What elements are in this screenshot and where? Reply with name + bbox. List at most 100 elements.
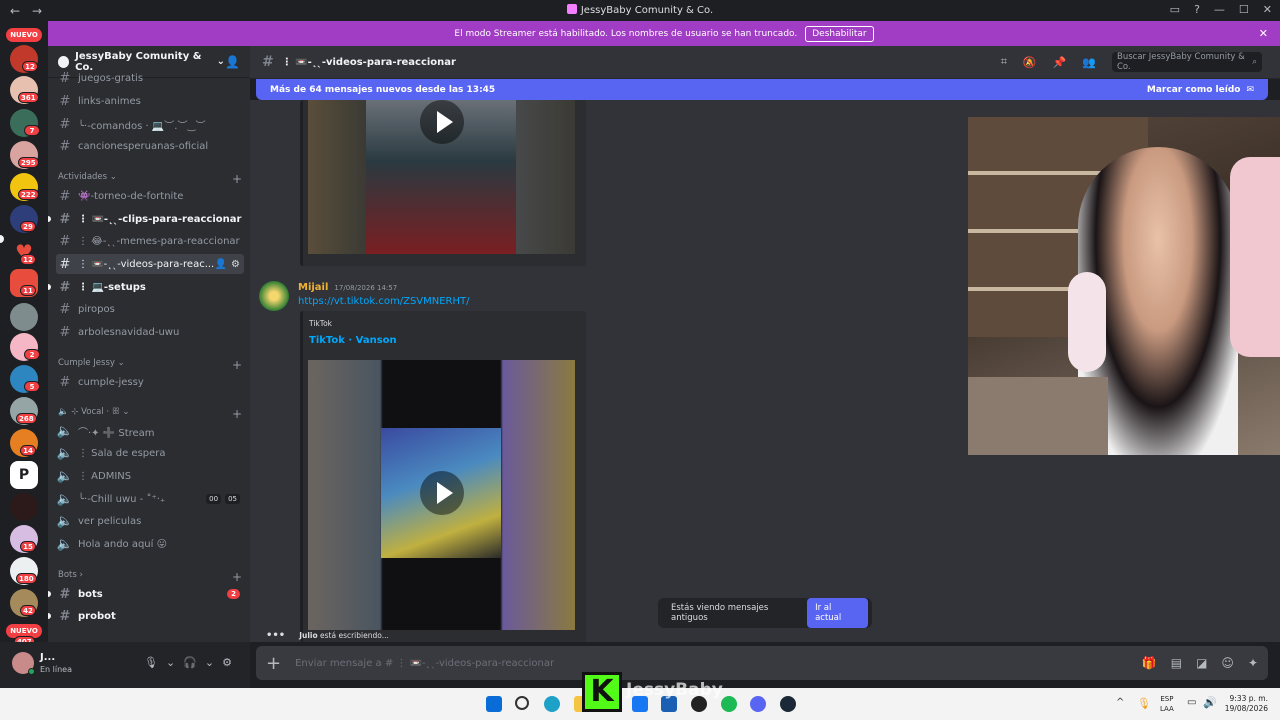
channel-item[interactable]: # probot bbox=[56, 606, 244, 626]
clock-date[interactable]: 19/08/2026 bbox=[1224, 704, 1268, 714]
voice-channel[interactable]: 🔈 ⌒·✦ ➕ Stream bbox=[56, 421, 244, 441]
threads-icon[interactable]: ⌗ bbox=[1001, 55, 1007, 69]
steam-icon[interactable] bbox=[780, 696, 796, 712]
clock-time[interactable]: 9:33 p. m. bbox=[1224, 694, 1268, 704]
channel-item[interactable]: # cumple-jessy bbox=[56, 372, 244, 392]
voice-channel[interactable]: 🔈 Hola ando aquí 😛 bbox=[56, 534, 244, 554]
add-channel-icon[interactable]: + bbox=[232, 172, 242, 186]
microphone-icon[interactable]: 🎙 bbox=[144, 656, 158, 669]
add-member-icon[interactable]: 👤 bbox=[225, 55, 240, 69]
server-icon[interactable]: 42 bbox=[10, 589, 38, 617]
voice-channel[interactable]: 🔈 ╰·-Chill uwu - ˚⁺‧₊ 00 05 bbox=[56, 489, 244, 509]
category-actividades[interactable]: Actividades ⌄ + bbox=[58, 172, 242, 186]
inbox-icon[interactable]: ▭ bbox=[1170, 3, 1180, 16]
server-icon[interactable]: 7 bbox=[10, 109, 40, 137]
channel-item[interactable]: # ⋮ 💻-setups bbox=[56, 277, 244, 297]
video-thumbnail[interactable] bbox=[308, 360, 575, 630]
video-thumbnail[interactable] bbox=[308, 100, 575, 254]
category-vocal[interactable]: 🔈 ⊹ Vocal · ꕥ ⌄ + bbox=[58, 407, 242, 421]
username[interactable]: J... bbox=[40, 652, 55, 663]
add-attachment-icon[interactable]: + bbox=[266, 653, 281, 674]
server-icon[interactable]: 222 bbox=[10, 173, 39, 201]
gear-icon[interactable]: ⚙ bbox=[222, 656, 232, 669]
channel-item[interactable]: # 👾-torneo-de-fortnite bbox=[56, 186, 244, 206]
close-button[interactable]: ✕ bbox=[1263, 3, 1272, 16]
server-icon[interactable]: P bbox=[10, 461, 38, 489]
minimize-button[interactable]: — bbox=[1214, 3, 1225, 16]
server-icon[interactable]: 11 bbox=[10, 269, 38, 297]
microphone-icon[interactable]: 🎙 bbox=[1137, 697, 1151, 710]
sticker-icon[interactable]: ◪ bbox=[1196, 656, 1207, 670]
play-button[interactable] bbox=[420, 100, 464, 144]
close-icon[interactable]: ✕ bbox=[1259, 27, 1268, 40]
new-messages-bar[interactable]: Más de 64 mensajes nuevos desde las 13:4… bbox=[256, 79, 1268, 100]
channel-item-active[interactable]: # ⋮ 📼-˛ˎ-videos-para-reac... 👤 ⚙ bbox=[56, 254, 244, 274]
jump-to-present-button[interactable]: Ir al actual bbox=[807, 598, 868, 628]
channel-item[interactable]: # links-animes bbox=[56, 91, 244, 111]
channel-item[interactable]: # piropos bbox=[56, 299, 244, 319]
search-bar[interactable]: Buscar JessyBaby Comunity & Co. ⌕ bbox=[1112, 52, 1262, 72]
gif-icon[interactable]: ▤ bbox=[1171, 656, 1182, 670]
server-icon[interactable]: 15 bbox=[10, 525, 38, 553]
channel-item[interactable]: # arbolesnavidad-uwu bbox=[56, 322, 244, 342]
mark-as-read-button[interactable]: Marcar como leído bbox=[1147, 85, 1241, 95]
gift-icon[interactable]: 🎁 bbox=[1142, 656, 1157, 670]
edge-browser-icon[interactable] bbox=[544, 696, 560, 712]
embed-title[interactable]: TikTok · Vanson bbox=[309, 335, 397, 346]
chevron-down-icon[interactable]: ⌄ bbox=[166, 656, 175, 669]
headphones-icon[interactable]: 🎧 bbox=[183, 656, 197, 669]
channel-item[interactable]: # ⋮ 📼-˛ˎ-clips-para-reaccionar bbox=[56, 209, 244, 229]
apps-icon[interactable]: ✦ bbox=[1248, 656, 1258, 670]
message-link[interactable]: https://vt.tiktok.com/ZSVMNERHT/ bbox=[298, 296, 470, 307]
add-channel-icon[interactable]: + bbox=[232, 407, 242, 421]
server-icon[interactable]: 29 bbox=[10, 205, 38, 233]
start-button-icon[interactable] bbox=[486, 696, 502, 712]
category-cumple[interactable]: Cumple Jessy ⌄ + bbox=[58, 358, 242, 372]
disable-streamer-button[interactable]: Deshabilitar bbox=[805, 25, 874, 42]
member-list-icon[interactable]: 👥 bbox=[1082, 56, 1096, 69]
avatar[interactable] bbox=[259, 281, 289, 311]
notifications-muted-icon[interactable]: 🔕 bbox=[1023, 56, 1037, 69]
channel-item[interactable]: # bots 2 bbox=[56, 584, 244, 604]
voice-channel[interactable]: 🔈 ⋮ ADMINS bbox=[56, 466, 244, 486]
message-author[interactable]: Mijail bbox=[298, 282, 328, 293]
server-icon[interactable]: 180 bbox=[10, 557, 38, 585]
server-icon[interactable] bbox=[10, 493, 38, 521]
server-icon[interactable]: 12 bbox=[10, 45, 38, 73]
tray-chevron-icon[interactable]: ^ bbox=[1116, 697, 1124, 708]
server-icon[interactable]: 2 bbox=[10, 333, 40, 361]
message-composer[interactable]: + Enviar mensaje a # ⋮ 📼-˛ˎ-videos-para-… bbox=[256, 646, 1268, 680]
discord-icon[interactable] bbox=[750, 696, 766, 712]
heart-server-icon[interactable]: ♥ 12 bbox=[10, 238, 38, 266]
maximize-button[interactable]: ☐ bbox=[1239, 3, 1249, 16]
add-channel-icon[interactable]: + bbox=[232, 358, 242, 372]
channel-item[interactable]: # juegos-gratis bbox=[56, 68, 244, 88]
language-layout[interactable]: LAA bbox=[1160, 704, 1174, 714]
voice-channel[interactable]: 🔈 ver peliculas bbox=[56, 511, 244, 531]
monitor-icon[interactable]: ▭ bbox=[1187, 697, 1196, 708]
volume-icon[interactable]: 🔊 bbox=[1203, 696, 1217, 709]
emoji-icon[interactable]: ☺ bbox=[1221, 656, 1234, 670]
channel-item[interactable]: # ╰·-comandos · 💻︶.︶‿︶ bbox=[56, 114, 244, 134]
server-icon[interactable]: 295 bbox=[10, 141, 39, 169]
server-icon[interactable] bbox=[10, 303, 38, 331]
gear-icon[interactable]: ⚙ bbox=[231, 259, 240, 270]
help-icon[interactable]: ? bbox=[1194, 3, 1200, 16]
channel-item[interactable]: # ⋮ 😂-˛ˎ-memes-para-reaccionar bbox=[56, 231, 244, 251]
chevron-down-icon[interactable]: ⌄ bbox=[205, 656, 214, 669]
play-button[interactable] bbox=[420, 471, 464, 515]
pin-icon[interactable]: 📌 bbox=[1053, 56, 1067, 69]
voice-channel[interactable]: 🔈 ⋮ Sala de espera bbox=[56, 443, 244, 463]
language-code[interactable]: ESP bbox=[1160, 694, 1174, 704]
category-bots[interactable]: Bots › + bbox=[58, 570, 242, 584]
invite-icon[interactable]: 👤 bbox=[215, 259, 227, 270]
server-icon[interactable]: 361 bbox=[10, 76, 39, 104]
search-icon[interactable] bbox=[515, 696, 529, 710]
server-icon[interactable]: 14 bbox=[10, 429, 38, 457]
channel-item[interactable]: # cancionesperuanas-oficial bbox=[56, 136, 244, 156]
spotify-icon[interactable] bbox=[721, 696, 737, 712]
server-icon[interactable]: 5 bbox=[10, 365, 40, 393]
new-badge-top[interactable]: NUEVO bbox=[6, 28, 42, 42]
server-icon[interactable]: 268 bbox=[10, 397, 38, 425]
add-channel-icon[interactable]: + bbox=[232, 570, 242, 584]
